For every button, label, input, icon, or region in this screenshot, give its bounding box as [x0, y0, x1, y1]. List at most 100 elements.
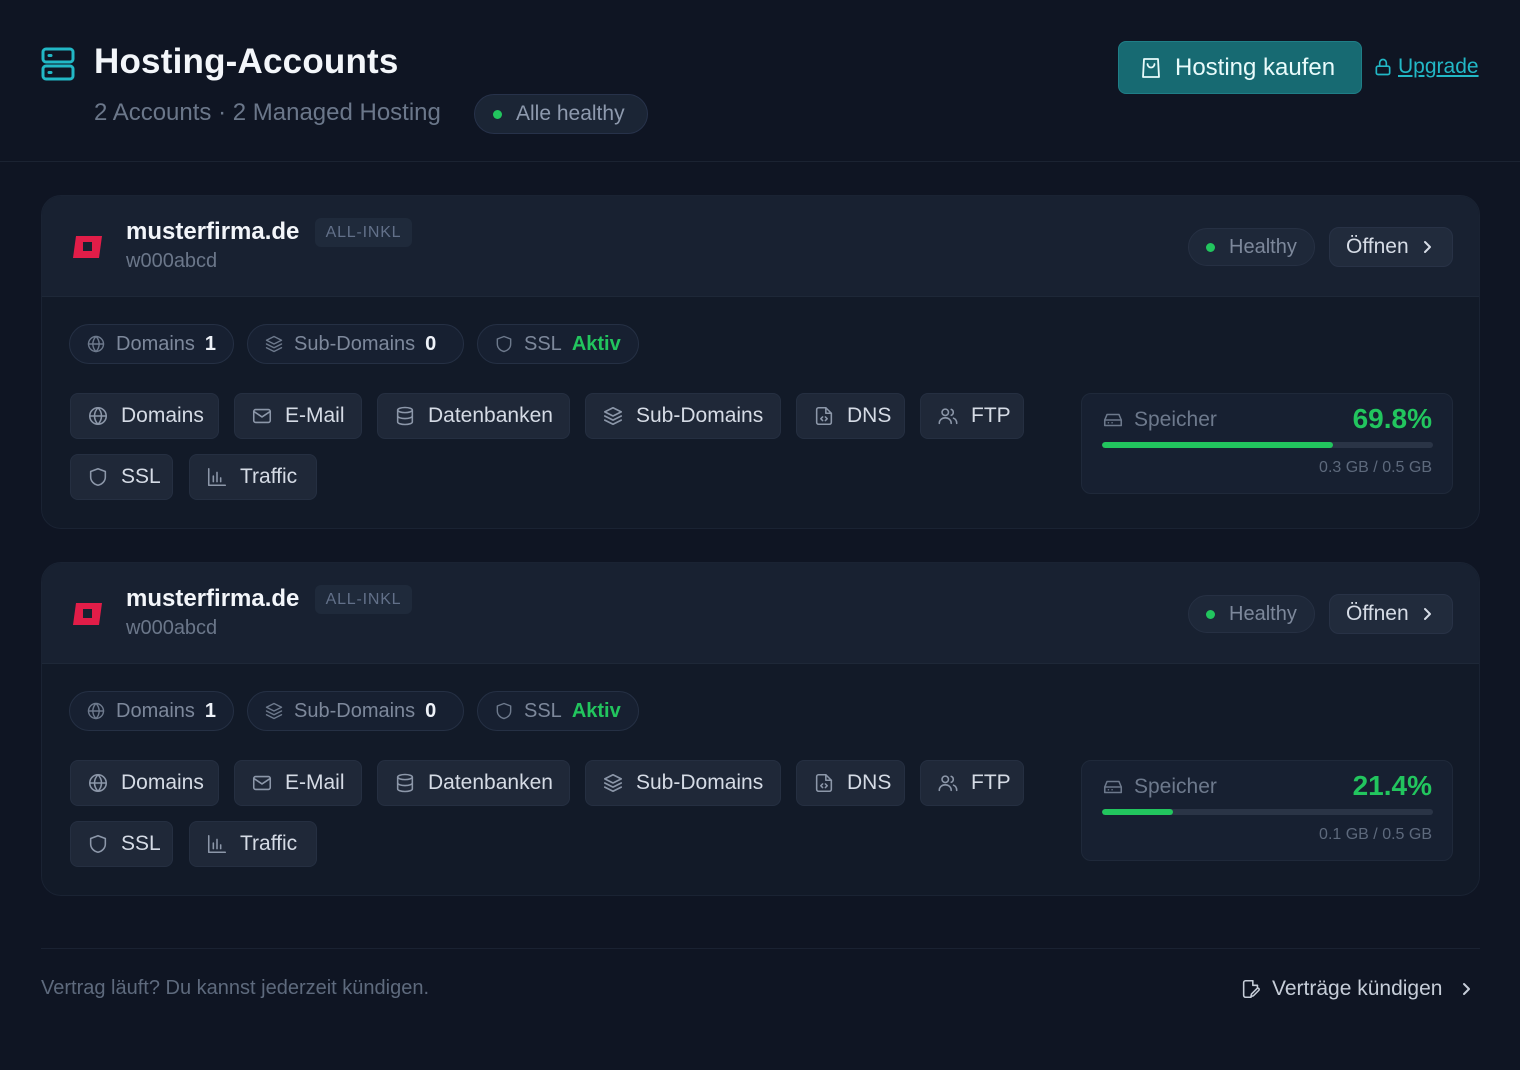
- tool-button-dns[interactable]: DNS: [796, 760, 905, 806]
- health-status-badge: Alle healthy: [474, 94, 648, 134]
- tool-button-label: E-Mail: [285, 404, 345, 427]
- stat-chip-value: Aktiv: [571, 332, 621, 355]
- tool-button-label: FTP: [971, 771, 1011, 794]
- chevron-right-icon: [1423, 608, 1431, 620]
- accounts-summary: 2 Accounts · 2 Managed Hosting: [94, 99, 441, 126]
- stat-chip-domains: Domains 1: [69, 324, 234, 364]
- tool-button-label: E-Mail: [285, 771, 345, 794]
- cancel-contracts-label: Verträge kündigen: [1272, 977, 1443, 1000]
- account-card: musterfirma.de ALL-INKL w000abcd Healthy…: [41, 195, 1480, 529]
- lock-icon: [1375, 58, 1391, 76]
- tool-button-label: SSL: [121, 832, 161, 855]
- shield-icon: [496, 335, 512, 353]
- page-title: Hosting-Accounts: [94, 42, 399, 81]
- tool-button-label: Traffic: [240, 832, 298, 855]
- open-account-button[interactable]: Öffnen: [1329, 227, 1453, 267]
- page-header: Hosting-Accounts 2 Accounts · 2 Managed …: [0, 0, 1520, 162]
- tool-button-ssl[interactable]: SSL: [70, 821, 173, 867]
- stat-chip-value: 1: [204, 699, 217, 722]
- tool-button-label: Traffic: [240, 465, 298, 488]
- tool-button-ftp[interactable]: FTP: [920, 760, 1024, 806]
- account-status-label: Healthy: [1229, 235, 1297, 258]
- shield-icon: [496, 702, 512, 720]
- edit-document-icon: [1242, 979, 1260, 999]
- tool-button-datenbanken[interactable]: Datenbanken: [377, 393, 570, 439]
- shield-icon: [89, 834, 107, 854]
- tool-button-ftp[interactable]: FTP: [920, 393, 1024, 439]
- globe-icon: [88, 773, 108, 793]
- stat-chip-value: Aktiv: [571, 699, 621, 722]
- stat-chip-sub-domains: Sub-Domains 0: [247, 691, 464, 731]
- tool-button-label: DNS: [847, 771, 892, 794]
- dns-file-icon: [815, 773, 833, 793]
- dns-file-icon: [815, 406, 833, 426]
- open-account-label: Öffnen: [1346, 235, 1409, 258]
- stat-chip-label: Sub-Domains: [294, 332, 416, 355]
- tool-button-traffic[interactable]: Traffic: [189, 821, 317, 867]
- tool-button-label: FTP: [971, 404, 1011, 427]
- tool-button-traffic[interactable]: Traffic: [189, 454, 317, 500]
- tool-button-datenbanken[interactable]: Datenbanken: [377, 760, 570, 806]
- tool-button-e-mail[interactable]: E-Mail: [234, 393, 362, 439]
- tool-button-label: Datenbanken: [428, 404, 553, 427]
- stat-chip-label: Sub-Domains: [294, 699, 416, 722]
- tool-button-label: Sub-Domains: [636, 404, 764, 427]
- account-id: w000abcd: [126, 250, 218, 272]
- open-account-label: Öffnen: [1346, 602, 1409, 625]
- stat-chip-label: Domains: [116, 699, 195, 722]
- stat-chip-sub-domains: Sub-Domains 0: [247, 324, 464, 364]
- tool-button-dns[interactable]: DNS: [796, 393, 905, 439]
- storage-progress-bar: [1102, 809, 1433, 815]
- database-icon: [396, 406, 414, 426]
- tool-button-domains[interactable]: Domains: [70, 393, 219, 439]
- tool-button-ssl[interactable]: SSL: [70, 454, 173, 500]
- account-domain: musterfirma.de: [126, 585, 300, 612]
- storage-usage-panel: Speicher 69.8% 0.3 GB / 0.5 GB: [1081, 393, 1453, 494]
- stat-chip-value: 1: [204, 332, 217, 355]
- storage-usage-text: 0.3 GB / 0.5 GB: [1319, 459, 1432, 476]
- buy-hosting-label: Hosting kaufen: [1175, 53, 1336, 81]
- globe-icon: [87, 702, 105, 720]
- cancel-contracts-link[interactable]: Verträge kündigen: [1240, 974, 1472, 1004]
- storage-percent: 69.8%: [1352, 403, 1432, 434]
- chevron-right-icon: [1423, 241, 1431, 253]
- mail-icon: [252, 775, 272, 791]
- stat-chip-domains: Domains 1: [69, 691, 234, 731]
- buy-hosting-button[interactable]: Hosting kaufen: [1118, 41, 1362, 94]
- layers-icon: [265, 335, 283, 353]
- tool-button-sub-domains[interactable]: Sub-Domains: [585, 393, 781, 439]
- storage-progress-fill: [1102, 809, 1173, 815]
- status-dot-icon: [1206, 609, 1215, 619]
- tool-button-label: Domains: [121, 404, 204, 427]
- mail-icon: [252, 408, 272, 424]
- storage-percent: 21.4%: [1352, 770, 1432, 801]
- shield-icon: [89, 467, 107, 487]
- layers-icon: [603, 406, 623, 426]
- tool-button-e-mail[interactable]: E-Mail: [234, 760, 362, 806]
- account-status-label: Healthy: [1229, 602, 1297, 625]
- provider-badge: ALL-INKL: [315, 218, 412, 247]
- tool-button-domains[interactable]: Domains: [70, 760, 219, 806]
- account-status-badge: Healthy: [1188, 595, 1315, 633]
- server-icon: [41, 47, 75, 81]
- status-dot-icon: [493, 109, 502, 119]
- hard-drive-icon: [1103, 413, 1123, 427]
- layers-icon: [603, 773, 623, 793]
- layers-icon: [265, 702, 283, 720]
- tool-button-label: Domains: [121, 771, 204, 794]
- contract-note: Vertrag läuft? Du kannst jederzeit kündi…: [41, 977, 430, 999]
- tool-button-sub-domains[interactable]: Sub-Domains: [585, 760, 781, 806]
- upgrade-label: Upgrade: [1398, 55, 1479, 78]
- status-dot-icon: [1206, 242, 1215, 252]
- account-card: musterfirma.de ALL-INKL w000abcd Healthy…: [41, 562, 1480, 896]
- account-card-header: musterfirma.de ALL-INKL w000abcd Healthy…: [42, 563, 1479, 664]
- stat-chip-ssl: SSL Aktiv: [477, 691, 639, 731]
- account-domain: musterfirma.de: [126, 218, 300, 245]
- open-account-button[interactable]: Öffnen: [1329, 594, 1453, 634]
- users-icon: [938, 408, 958, 425]
- stat-chip-label: SSL: [524, 332, 562, 355]
- upgrade-link[interactable]: Upgrade: [1373, 52, 1479, 82]
- bar-chart-icon: [207, 467, 227, 487]
- tool-button-label: SSL: [121, 465, 161, 488]
- storage-progress-bar: [1102, 442, 1433, 448]
